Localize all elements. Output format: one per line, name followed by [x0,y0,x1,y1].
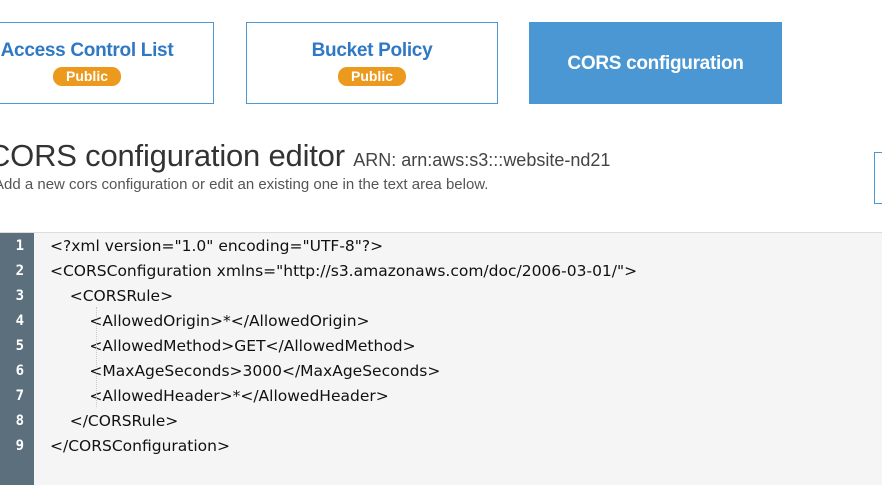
code-line: 9 </CORSConfiguration> [0,434,882,459]
code-text: <AllowedMethod>GET</AllowedMethod> [50,337,416,355]
side-button[interactable] [874,152,882,204]
code-text: </CORSRule> [50,412,179,430]
code-line: 7 <AllowedHeader>*</AllowedHeader> [0,384,882,409]
editor-description: Add a new cors configuration or edit an … [0,176,489,193]
code-line: 4 <AllowedOrigin>*</AllowedOrigin> [0,309,882,334]
code-line: 3 <CORSRule> [0,284,882,309]
code-text: <?xml version="1.0" encoding="UTF-8"?> [50,237,384,255]
line-number: 9 [15,438,24,454]
public-badge: Public [337,67,406,86]
code-text: <CORSConfiguration xmlns="http://s3.amaz… [50,262,638,280]
code-line: 5 <AllowedMethod>GET</AllowedMethod> [0,334,882,359]
line-number: 2 [15,263,24,279]
tab-bucket-policy[interactable]: Bucket Policy Public [246,22,498,104]
line-number: 5 [15,338,24,354]
code-line: 8 </CORSRule> [0,409,882,434]
tab-label: Access Control List [0,40,174,61]
public-badge: Public [52,67,121,86]
line-number: 8 [15,413,24,429]
editor-title-text: CORS configuration editor [0,138,345,173]
page-title: CORS configuration editor ARN: arn:aws:s… [0,138,610,174]
tab-access-control-list[interactable]: Access Control List Public [0,22,214,104]
code-line: 1 <?xml version="1.0" encoding="UTF-8"?> [0,234,882,259]
line-number: 7 [15,388,24,404]
code-line: 6 <MaxAgeSeconds>3000</MaxAgeSeconds> [0,359,882,384]
code-text: </CORSConfiguration> [50,437,230,455]
code-line: 2 <CORSConfiguration xmlns="http://s3.am… [0,259,882,284]
code-editor[interactable]: 1 <?xml version="1.0" encoding="UTF-8"?>… [0,232,882,485]
line-number: 6 [15,363,24,379]
indent-guide [96,307,97,407]
line-number: 1 [15,238,24,254]
code-text: <AllowedHeader>*</AllowedHeader> [50,387,389,405]
tab-label: Bucket Policy [311,40,433,61]
line-number: 3 [15,288,24,304]
tab-label: CORS configuration [567,53,744,74]
code-text: <CORSRule> [50,287,174,305]
arn-text: ARN: arn:aws:s3:::website-nd21 [353,150,611,170]
code-text: <AllowedOrigin>*</AllowedOrigin> [50,312,370,330]
line-number: 4 [15,313,24,329]
tab-cors-configuration[interactable]: CORS configuration [529,22,782,104]
code-text: <MaxAgeSeconds>3000</MaxAgeSeconds> [50,362,441,380]
